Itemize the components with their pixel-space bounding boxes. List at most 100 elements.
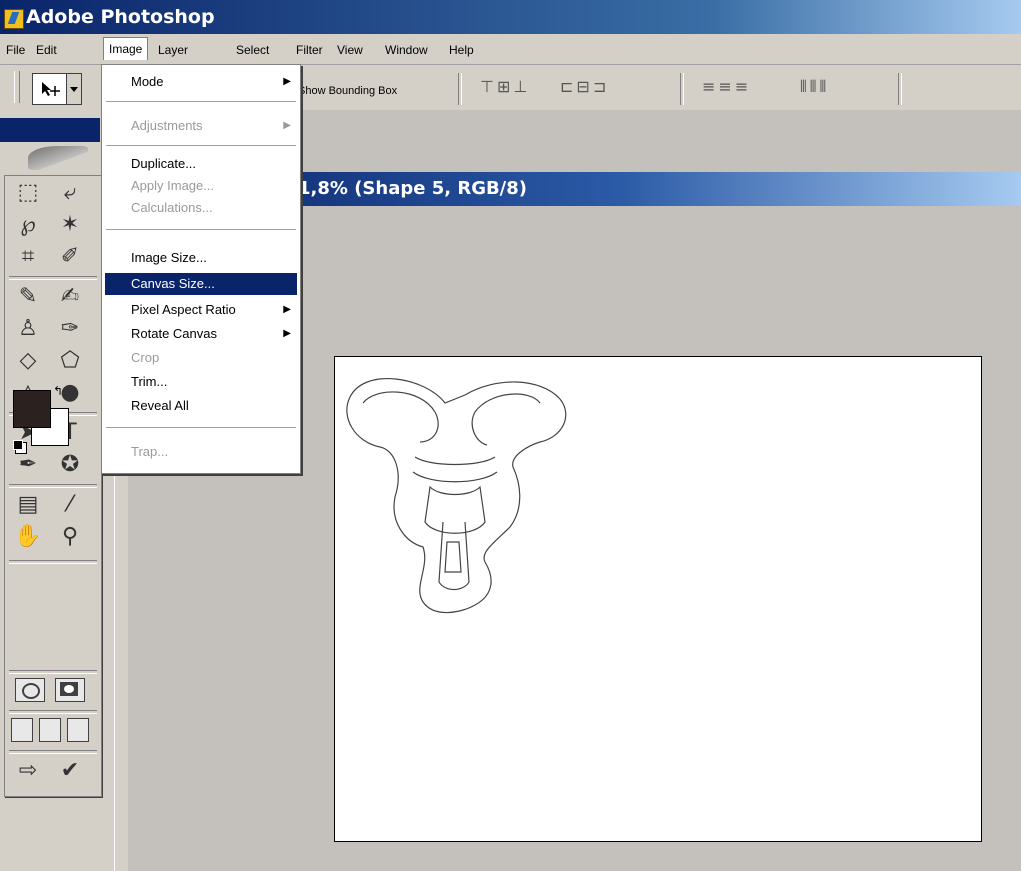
menu-item-mode[interactable]: Mode ▶ — [105, 71, 297, 93]
menu-item-label: Adjustments — [131, 118, 203, 133]
standard-mode-icon[interactable] — [15, 678, 45, 702]
menu-help[interactable]: Help — [449, 43, 474, 57]
menu-item-trim[interactable]: Trim... — [105, 371, 297, 393]
checkmark-icon[interactable]: ✔ — [51, 756, 89, 786]
separator — [9, 750, 97, 754]
image-menu-dropdown: Mode ▶ Adjustments ▶ Duplicate... Apply Im… — [101, 64, 301, 474]
separator — [680, 73, 684, 105]
separator — [9, 276, 97, 280]
slice-icon[interactable]: ✐ — [51, 242, 89, 272]
menu-item-label: Pixel Aspect Ratio — [131, 302, 236, 317]
shape-artwork — [346, 377, 567, 614]
document-canvas[interactable] — [334, 356, 982, 842]
submenu-arrow-icon: ▶ — [283, 328, 291, 339]
menu-filter[interactable]: Filter — [296, 43, 323, 57]
menu-edit[interactable]: Edit — [36, 43, 57, 57]
menu-item-label: Calculations... — [131, 200, 213, 215]
menu-file[interactable]: File — [6, 43, 25, 57]
submenu-arrow-icon: ▶ — [283, 304, 291, 315]
menu-item-reveal-all[interactable]: Reveal All — [105, 395, 297, 417]
document-title: 1,8% (Shape 5, RGB/8) — [298, 178, 528, 199]
standard-screen-icon[interactable] — [11, 718, 33, 742]
clone-stamp-icon[interactable]: ♙ — [9, 314, 47, 344]
menu-item-label: Trap... — [131, 444, 169, 459]
separator — [9, 710, 97, 714]
menu-image[interactable]: Image — [103, 37, 149, 60]
healing-brush-icon[interactable]: ✎ — [9, 282, 47, 312]
menu-layer[interactable]: Layer — [158, 43, 188, 57]
menu-separator — [106, 229, 296, 233]
tool-preset-dropdown[interactable] — [66, 73, 82, 105]
lasso-icon[interactable]: ℘ — [9, 210, 47, 240]
zoom-icon[interactable]: ⚲ — [51, 522, 89, 552]
separator — [898, 73, 902, 105]
history-brush-icon[interactable]: ✑ — [51, 314, 89, 344]
menu-item-image-size[interactable]: Image Size... — [105, 247, 297, 269]
menu-item-label: Image Size... — [131, 250, 207, 265]
menu-item-trap[interactable]: Trap... — [105, 441, 297, 463]
menu-separator — [106, 101, 296, 105]
menu-item-crop[interactable]: Crop — [105, 347, 297, 369]
window-title: Adobe Photoshop — [26, 6, 215, 28]
paint-bucket-icon[interactable]: ⬠ — [51, 346, 89, 376]
menu-item-adjustments[interactable]: Adjustments ▶ — [105, 115, 297, 137]
move-icon[interactable]: ⤶ — [51, 178, 89, 208]
separator — [458, 73, 462, 105]
menu-item-apply-image[interactable]: Apply Image... — [105, 175, 297, 197]
photoshop-app-icon — [4, 9, 24, 29]
marquee-icon[interactable]: ⬚ — [9, 178, 47, 208]
menu-view[interactable]: View — [337, 43, 363, 57]
submenu-arrow-icon: ▶ — [283, 76, 291, 87]
photoshop-feather-icon — [28, 146, 88, 170]
separator — [9, 670, 97, 674]
menu-item-pixel-aspect-ratio[interactable]: Pixel Aspect Ratio ▶ — [105, 299, 297, 321]
full-screen-menu-icon[interactable] — [39, 718, 61, 742]
eyedropper-icon[interactable]: ⁄ — [51, 490, 89, 520]
crop-icon[interactable]: ⌗ — [9, 242, 47, 272]
align-horizontal-icons[interactable]: ⊏⊟⊐ — [560, 77, 609, 96]
hand-icon[interactable]: ✋ — [9, 522, 47, 552]
default-colors-icon[interactable] — [13, 440, 23, 450]
tool-preset-picker[interactable] — [32, 73, 68, 105]
eraser-icon[interactable]: ◇ — [9, 346, 47, 376]
menu-separator — [106, 427, 296, 431]
align-icons[interactable]: ⊤⊞⊥ — [480, 77, 530, 96]
separator — [9, 484, 97, 488]
toolbar-grip[interactable] — [14, 71, 20, 103]
menu-item-label: Duplicate... — [131, 156, 197, 171]
menu-item-label: Mode — [131, 74, 164, 89]
menu-bar: File Edit Image Layer Select Filter View… — [0, 34, 1021, 65]
menu-item-rotate-canvas[interactable]: Rotate Canvas ▶ — [105, 323, 297, 345]
distribute-horizontal-icons[interactable]: ⫴⫴⫴ — [800, 77, 829, 97]
brush-icon[interactable]: ✍ — [51, 282, 89, 312]
menu-item-label: Rotate Canvas — [131, 326, 217, 341]
menu-item-duplicate[interactable]: Duplicate... — [105, 153, 297, 175]
magic-wand-icon[interactable]: ✶ — [51, 210, 89, 240]
move-tool-icon — [42, 82, 60, 96]
submenu-arrow-icon: ▶ — [283, 120, 291, 131]
jump-to-imageready-icon[interactable]: ⇨ — [9, 756, 47, 786]
custom-shape-icon[interactable]: ✪ — [51, 450, 89, 480]
quick-mask-mode-icon[interactable] — [55, 678, 85, 702]
pen-icon[interactable]: ✒ — [9, 450, 47, 480]
menu-item-label: Canvas Size... — [131, 276, 215, 291]
menu-item-label: Crop — [131, 350, 160, 365]
full-screen-icon[interactable] — [67, 718, 89, 742]
menu-separator — [106, 145, 296, 149]
menu-select[interactable]: Select — [236, 43, 269, 57]
distribute-vertical-icons[interactable]: ≡≡≡ — [702, 77, 751, 96]
show-bounding-box-checkbox[interactable]: Show Bounding Box — [298, 85, 397, 97]
swap-colors-icon[interactable]: ↰ — [53, 384, 63, 398]
notes-icon[interactable]: ▤ — [9, 490, 47, 520]
menu-item-canvas-size[interactable]: Canvas Size... — [105, 273, 297, 295]
menu-item-label: Apply Image... — [131, 178, 215, 193]
foreground-color-swatch[interactable] — [13, 390, 51, 428]
menu-window[interactable]: Window — [385, 43, 428, 57]
title-bar: Adobe Photoshop — [0, 0, 1021, 34]
chevron-down-icon — [70, 87, 78, 92]
menu-item-label: Reveal All — [131, 398, 189, 413]
menu-item-calculations[interactable]: Calculations... — [105, 197, 297, 219]
menu-item-label: Trim... — [131, 374, 168, 389]
toolbox-header — [0, 118, 100, 142]
separator — [9, 560, 97, 564]
